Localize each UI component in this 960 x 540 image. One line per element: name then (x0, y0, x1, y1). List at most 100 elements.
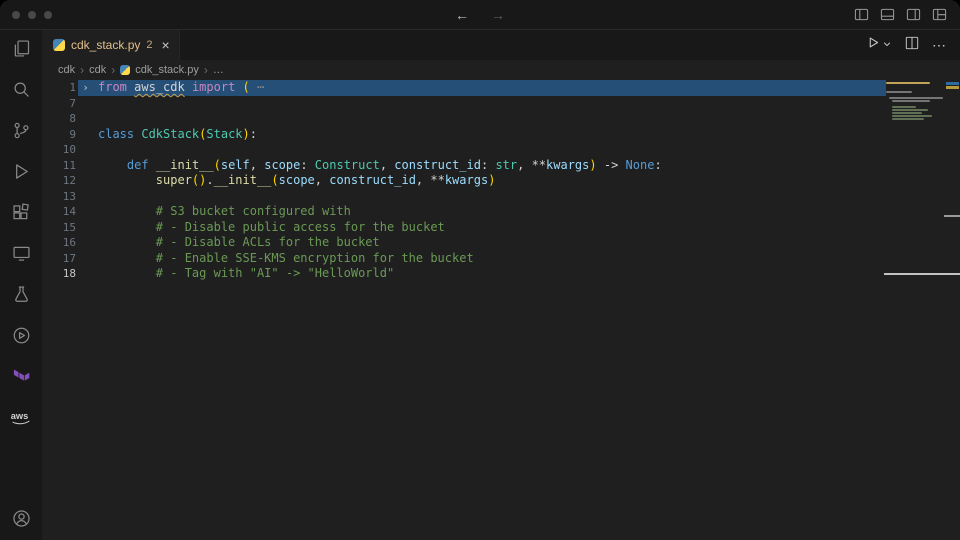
code-token: ⋯ (250, 80, 264, 94)
sidebar-item-explorer[interactable] (0, 30, 42, 71)
code-token: construct_id (329, 173, 416, 187)
code-token: , (517, 158, 531, 172)
line-number[interactable]: 9 (42, 127, 78, 143)
breadcrumb-item-file[interactable]: cdk_stack.py (135, 64, 199, 76)
code-line[interactable]: 9class CdkStack(Stack): (42, 127, 886, 143)
python-file-icon (53, 39, 65, 51)
code-line[interactable]: 8 (42, 111, 886, 127)
code-line[interactable]: 11 def __init__(self, scope: Construct, … (42, 158, 886, 174)
activity-bar: aws (0, 30, 42, 540)
code-token: ** (532, 158, 546, 172)
code-token: import (192, 80, 235, 94)
code-token: # - Disable ACLs for the bucket (98, 235, 380, 249)
run-python-file-button[interactable] (867, 36, 892, 54)
breadcrumb-item-cdk[interactable]: cdk (58, 64, 75, 76)
code-text: def __init__(self, scope: Construct, con… (93, 158, 886, 174)
forward-icon[interactable]: → (491, 7, 505, 23)
toggle-primary-sidebar-icon[interactable] (854, 7, 869, 22)
minimap-line (886, 82, 930, 84)
line-number[interactable]: 15 (42, 220, 78, 236)
title-bar: ← → (0, 0, 960, 30)
chevron-right-icon: › (111, 63, 115, 77)
aws-logo-icon: aws (8, 407, 34, 432)
fold-chevron-icon[interactable]: › (78, 80, 93, 96)
line-content (78, 96, 886, 112)
line-number[interactable]: 14 (42, 204, 78, 220)
code-token (98, 158, 127, 172)
code-text: super().__init__(scope, construct_id, **… (93, 173, 886, 189)
overview-ruler-warning-marker (946, 86, 959, 89)
line-number[interactable]: 8 (42, 111, 78, 127)
back-icon[interactable]: ← (455, 7, 469, 23)
line-number[interactable]: 1 (42, 80, 78, 96)
code-line[interactable]: 17 # - Enable SSE-KMS encryption for the… (42, 251, 886, 267)
code-token: aws_cdk (134, 80, 185, 94)
close-tab-icon[interactable]: × (162, 38, 170, 52)
code-token: ) (243, 127, 250, 141)
chevron-right-icon: › (80, 63, 84, 77)
code-text (93, 189, 886, 205)
sidebar-item-search[interactable] (0, 71, 42, 112)
minimap-line (892, 106, 916, 108)
line-number[interactable]: 18 (42, 266, 78, 282)
code-line[interactable]: 12 super().__init__(scope, construct_id,… (42, 173, 886, 189)
fold-spacer (78, 173, 93, 189)
python-file-icon (120, 65, 130, 75)
breadcrumb-item-symbol[interactable]: … (213, 64, 224, 76)
code-line[interactable]: 7 (42, 96, 886, 112)
sidebar-item-source-control[interactable] (0, 112, 42, 153)
code-token: ** (430, 173, 444, 187)
code-token: , (416, 173, 430, 187)
code-editor[interactable]: 1›from aws_cdk import ( ⋯789class CdkSta… (42, 80, 960, 540)
code-line[interactable]: 16 # - Disable ACLs for the bucket (42, 235, 886, 251)
fold-spacer (78, 220, 93, 236)
chevron-down-icon[interactable] (882, 36, 892, 54)
toggle-panel-icon[interactable] (880, 7, 895, 22)
sidebar-item-aws-toolkit[interactable]: aws (0, 399, 42, 440)
minimap-content (886, 82, 944, 120)
sidebar-item-run-and-debug[interactable] (0, 153, 42, 194)
minimap[interactable] (886, 82, 944, 121)
code-text (93, 142, 886, 158)
overview-ruler[interactable] (944, 80, 960, 540)
sidebar-item-remote-explorer[interactable] (0, 235, 42, 276)
code-token (98, 173, 156, 187)
fold-spacer (78, 96, 93, 112)
line-number[interactable]: 16 (42, 235, 78, 251)
sidebar-item-testing[interactable] (0, 276, 42, 317)
sidebar-item-terraform[interactable] (0, 358, 42, 399)
code-token: , (315, 173, 329, 187)
line-content: # - Tag with "AI" -> "HelloWorld" (78, 266, 886, 282)
code-line[interactable]: 10 (42, 142, 886, 158)
code-line[interactable]: 1›from aws_cdk import ( ⋯ (42, 80, 886, 96)
code-token (185, 80, 192, 94)
chevron-right-icon: › (204, 63, 208, 77)
split-editor-icon[interactable] (905, 36, 919, 55)
code-line[interactable]: 13 (42, 189, 886, 205)
sidebar-item-run-circle[interactable] (0, 317, 42, 358)
line-number[interactable]: 7 (42, 96, 78, 112)
toggle-secondary-sidebar-icon[interactable] (906, 7, 921, 22)
code-text: # - Enable SSE-KMS encryption for the bu… (93, 251, 886, 267)
code-token: super (156, 173, 192, 187)
sidebar-item-accounts[interactable] (0, 504, 42, 538)
line-content: # - Enable SSE-KMS encryption for the bu… (78, 251, 886, 267)
files-icon (11, 38, 32, 64)
customize-layout-icon[interactable] (932, 7, 947, 22)
line-number[interactable]: 11 (42, 158, 78, 174)
code-token: , (250, 158, 264, 172)
code-token: ( (214, 158, 221, 172)
code-token: Construct (315, 158, 380, 172)
line-number[interactable]: 12 (42, 173, 78, 189)
line-number[interactable]: 13 (42, 189, 78, 205)
code-line[interactable]: 15 # - Disable public access for the buc… (42, 220, 886, 236)
line-number[interactable]: 17 (42, 251, 78, 267)
line-content: def __init__(self, scope: Construct, con… (78, 158, 886, 174)
more-actions-icon[interactable]: ⋯ (932, 38, 946, 52)
code-line[interactable]: 14 # S3 bucket configured with (42, 204, 886, 220)
tab-cdk-stack[interactable]: cdk_stack.py 2 × (42, 30, 180, 60)
sidebar-item-extensions[interactable] (0, 194, 42, 235)
code-line[interactable]: 18 # - Tag with "AI" -> "HelloWorld" (42, 266, 886, 282)
line-number[interactable]: 10 (42, 142, 78, 158)
breadcrumb-item-cdk-2[interactable]: cdk (89, 64, 106, 76)
